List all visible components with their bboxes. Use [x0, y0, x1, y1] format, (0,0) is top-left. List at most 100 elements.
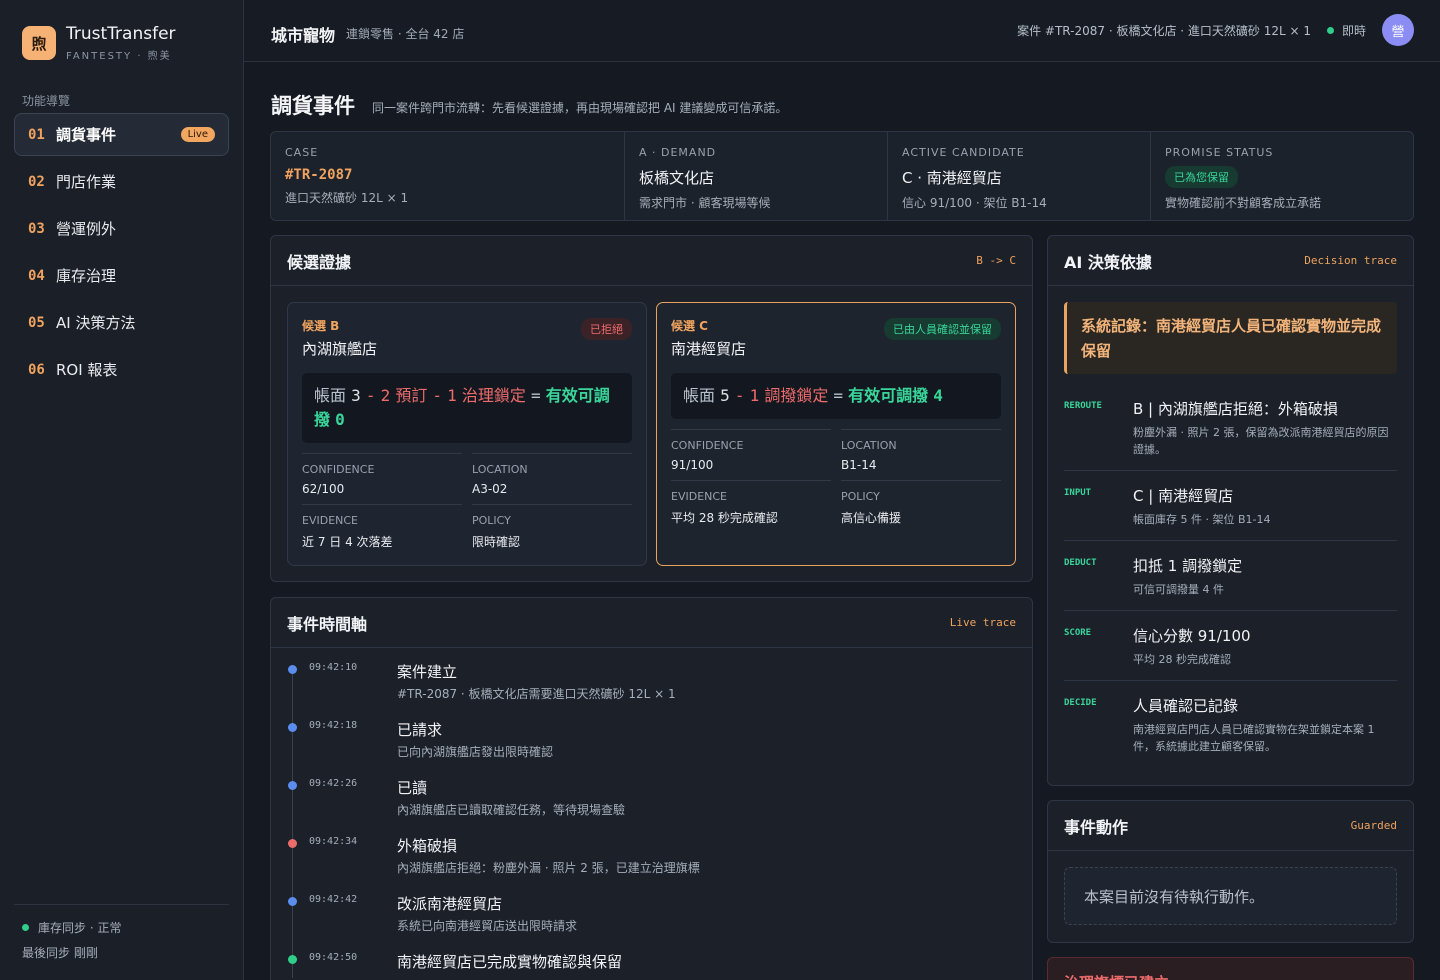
timeline-item: 09:42:42 改派南港經貿店 系統已向南港經貿店送出限時請求: [287, 890, 1017, 948]
formula-term: 帳面: [314, 386, 347, 405]
timeline-desc: 內湖旗艦店已讀取確認任務，等待現場查驗: [397, 803, 626, 817]
summary-label: A · DEMAND: [639, 146, 717, 159]
page-title: 調貨事件: [271, 94, 355, 118]
formula-operator: -: [365, 386, 376, 405]
candidate-name: 內湖旗艦店: [302, 340, 378, 358]
timeline-time: 09:42:18: [309, 720, 358, 731]
fact-value: 限時確認: [472, 535, 521, 549]
fact-value: 91/100: [671, 458, 714, 472]
timeline-desc: 系統已向南港經貿店送出限時請求: [397, 919, 578, 933]
nav-item-number: 02: [28, 173, 45, 190]
sync-status-text: 庫存同步 · 正常: [38, 921, 122, 935]
timeline-time: 09:42:26: [309, 778, 358, 789]
timeline-panel: 事件時間軸 Live trace 09:42:10 案件建立 #TR-2087 …: [270, 597, 1033, 980]
case-id[interactable]: #TR-2087: [285, 167, 610, 183]
nav-item-label: 營運例外: [56, 220, 117, 238]
timeline-title: 外箱破損: [397, 837, 458, 855]
decision-step: DECIDE 人員確認已記錄 南港經貿店門店人員已確認實物在架並鎖定本案 1 件…: [1064, 681, 1397, 767]
formula-operator: -: [734, 386, 745, 405]
formula-operator: =: [833, 386, 844, 405]
formula-result-value: 4: [933, 386, 943, 405]
empty-actions-message: 本案目前沒有待執行動作。: [1064, 867, 1397, 925]
decision-step: INPUT C | 南港經貿店 帳面庫存 5 件 · 架位 B1-14: [1064, 471, 1397, 541]
live-label: 即時: [1341, 23, 1366, 38]
fact-value: A3-02: [472, 482, 508, 496]
step-desc: 帳面庫存 5 件 · 架位 B1-14: [1133, 513, 1271, 526]
step-title: 扣抵 1 調撥鎖定: [1133, 557, 1243, 575]
timeline-dot-icon: [288, 723, 297, 732]
step-key: REROUTE: [1064, 401, 1102, 411]
nav-item-store-ops[interactable]: 02 門店作業: [14, 160, 229, 203]
step-desc: 平均 28 秒完成確認: [1133, 653, 1231, 666]
status-badge: 已由人員確認並保留: [884, 318, 1001, 340]
timeline-item: 09:42:18 已請求 已向內湖旗艦店發出限時確認: [287, 716, 1017, 774]
timeline-dot-icon: [288, 955, 297, 964]
formula-value: 5: [720, 386, 730, 405]
nav: 01 調貨事件 Live 02 門店作業 03 營運例外 04 庫存治理 05 …: [14, 113, 229, 395]
formula-operator: -: [432, 386, 443, 405]
step-title: 人員確認已記錄: [1133, 697, 1239, 715]
nav-item-number: 03: [28, 220, 45, 237]
nav-title: 功能導覽: [22, 94, 71, 108]
timeline-desc: #TR-2087 · 板橋文化店需要進口天然礦砂 12L × 1: [397, 687, 676, 701]
candidate-facts: CONFIDENCE 91/100 LOCATION B1-14 EVIDENCE 平…: [671, 429, 1001, 534]
brand-name: TrustTransfer: [66, 24, 176, 44]
timeline-item: 09:42:26 已讀 內湖旗艦店已讀取確認任務，等待現場查驗: [287, 774, 1017, 832]
timeline-item: 09:42:34 外箱破損 內湖旗艦店拒絕：粉塵外漏 · 照片 2 張，已建立治…: [287, 832, 1017, 890]
candidate-card-c[interactable]: 候選 C 南港經貿店 已由人員確認並保留 帳面 5 - 1 調撥鎖定 = 有效可…: [656, 302, 1016, 566]
decision-step: DEDUCT 扣抵 1 調撥鎖定 可信可調撥量 4 件: [1064, 541, 1397, 611]
formula-value: 3: [351, 386, 361, 405]
fact-value: 近 7 日 4 次落差: [302, 535, 393, 549]
availability-formula: 帳面 5 - 1 調撥鎖定 = 有效可調撥 4: [671, 373, 1001, 419]
summary-candidate: ACTIVE CANDIDATE C · 南港經貿店 信心 91/100 · 架…: [888, 132, 1151, 220]
live-indicator: 即時: [1326, 22, 1366, 39]
sync-status: 庫存同步 · 正常 最後同步 剛剛: [14, 904, 229, 961]
timeline-desc: 內湖旗艦店拒絕：粉塵外漏 · 照片 2 張，已建立治理旗標: [397, 861, 700, 875]
panel-tag: Decision trace: [1304, 254, 1397, 267]
summary-promise: PROMISE STATUS 已為您保留 實物確認前不對顧客成立承諾: [1151, 132, 1413, 220]
summary-label: PROMISE STATUS: [1165, 146, 1274, 159]
step-key: DEDUCT: [1064, 558, 1097, 568]
timeline-dot-icon: [288, 781, 297, 790]
nav-item-number: 06: [28, 361, 45, 378]
brand-logo: 煦: [22, 26, 56, 60]
header-case-info: 案件 #TR-2087 · 板橋文化店 · 進口天然礦砂 12L × 1: [1017, 23, 1311, 38]
panel-title: 事件動作: [1064, 817, 1129, 837]
nav-item-exceptions[interactable]: 03 營運例外: [14, 207, 229, 250]
timeline-dot-icon: [288, 665, 297, 674]
step-title: C | 南港經貿店: [1133, 487, 1234, 505]
fact-label: CONFIDENCE: [302, 463, 375, 476]
timeline-title: 已讀: [397, 779, 428, 797]
timeline-time: 09:42:42: [309, 894, 358, 905]
nav-item-roi-report[interactable]: 06 ROI 報表: [14, 348, 229, 391]
nav-item-transfer-events[interactable]: 01 調貨事件 Live: [14, 113, 229, 156]
top-header: 城市寵物 連鎖零售 · 全台 42 店 案件 #TR-2087 · 板橋文化店 …: [244, 0, 1440, 62]
nav-item-ai-method[interactable]: 05 AI 決策方法: [14, 301, 229, 344]
sync-last: 最後同步 剛剛: [22, 946, 98, 960]
formula-result-value: 0: [335, 410, 345, 429]
candidate-card-b[interactable]: 候選 B 內湖旗艦店 已拒絕 帳面 3 - 2 預訂 - 1 治理鎖定 = 有效…: [287, 302, 647, 566]
live-badge: Live: [180, 127, 215, 142]
formula-value: 1: [749, 386, 760, 405]
timeline: 09:42:10 案件建立 #TR-2087 · 板橋文化店需要進口天然礦砂 1…: [287, 658, 1017, 980]
timeline-time: 09:42:50: [309, 952, 358, 963]
fact-value: B1-14: [841, 458, 877, 472]
timeline-title: 改派南港經貿店: [397, 895, 503, 913]
governance-flag-panel[interactable]: 治理旗標已建立: [1047, 957, 1414, 980]
avatar[interactable]: 營: [1382, 14, 1414, 46]
fact-value: 高信心備援: [841, 511, 902, 525]
summary-case: CASE #TR-2087 進口天然礦砂 12L × 1: [271, 132, 625, 220]
step-desc: 南港經貿店門店人員已確認實物在架並鎖定本案 1 件，系統據此建立顧客保留。: [1133, 723, 1375, 753]
nav-item-number: 05: [28, 314, 45, 331]
timeline-desc: 已向內湖旗艦店發出限時確認: [397, 745, 554, 759]
summary-value: C · 南港經貿店: [902, 169, 1002, 187]
candidate-name: 南港經貿店: [671, 340, 747, 358]
timeline-title: 已請求: [397, 721, 443, 739]
timeline-title: 案件建立: [397, 663, 458, 681]
formula-result: 有效可調撥: [848, 386, 929, 405]
brand[interactable]: 煦 TrustTransfer FANTESTY · 煦美: [22, 24, 176, 62]
sidebar: 煦 TrustTransfer FANTESTY · 煦美 功能導覽 01 調貨…: [0, 0, 244, 980]
fact-label: POLICY: [841, 490, 880, 503]
nav-item-inventory-governance[interactable]: 04 庫存治理: [14, 254, 229, 297]
step-desc: 粉塵外漏 · 照片 2 張，保留為改派南港經貿店的原因證據。: [1133, 426, 1389, 456]
